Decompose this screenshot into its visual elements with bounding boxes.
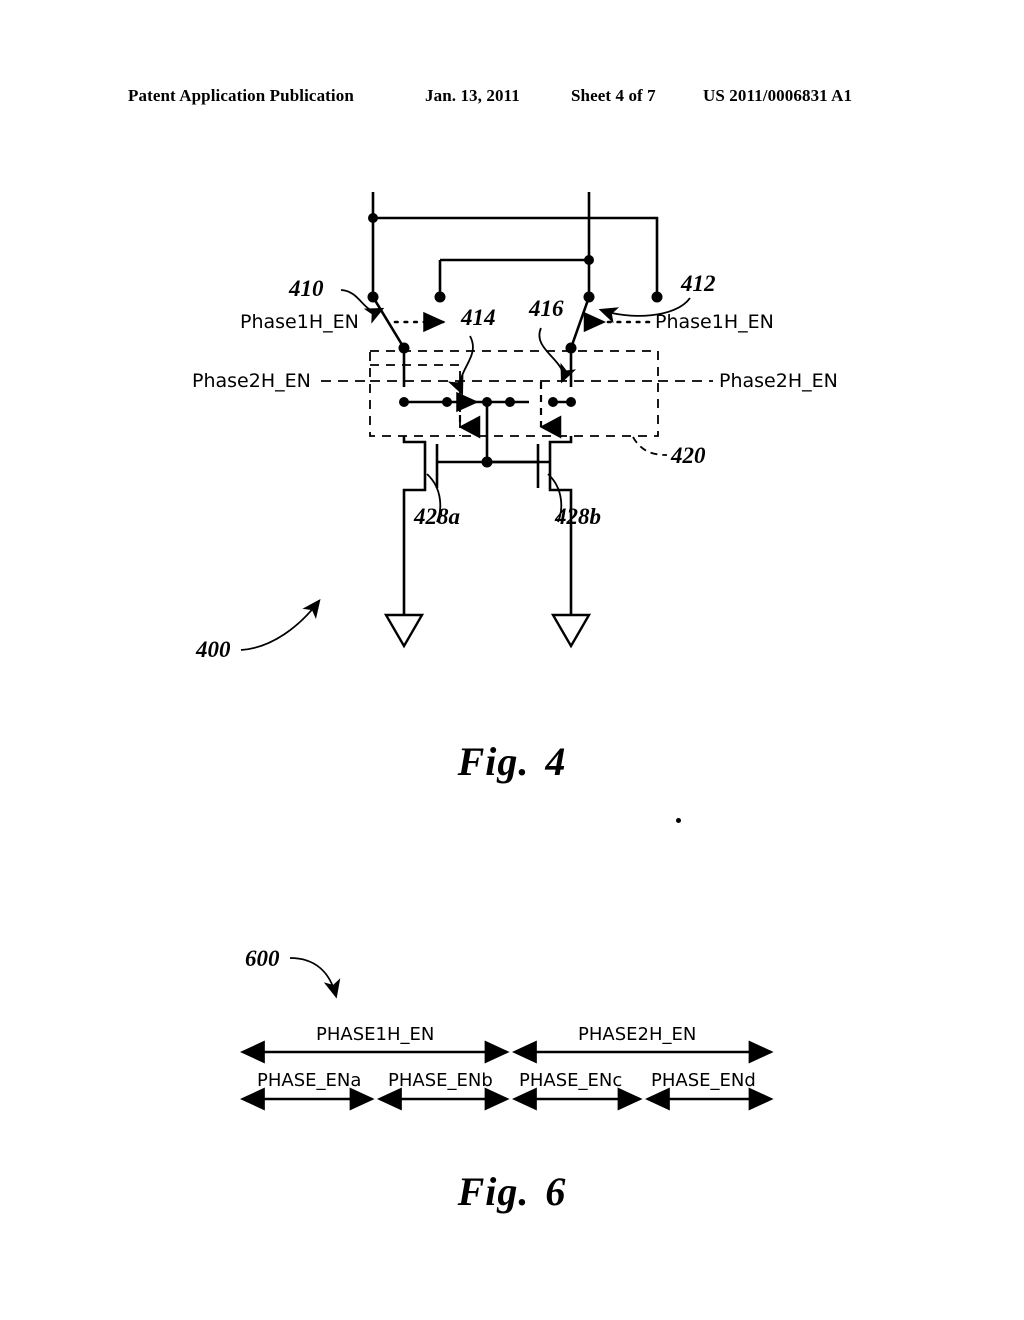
ref-420-leader bbox=[632, 436, 668, 456]
inner-node-b bbox=[442, 397, 452, 407]
fig6-lower-label-0: PHASE_ENa bbox=[257, 1070, 361, 1091]
phase2h-en-right-label: Phase2H_EN bbox=[719, 370, 838, 392]
dashed-region-420-box bbox=[369, 350, 659, 437]
ref-600-leader bbox=[289, 957, 341, 999]
figure-6-caption-word: Fig. bbox=[457, 1169, 530, 1214]
figure-4-caption-number: 4 bbox=[545, 739, 567, 784]
stray-ink-dot bbox=[676, 818, 681, 823]
transistor-428a-source-lead bbox=[402, 470, 427, 620]
figure-6-caption: Fig. 6 bbox=[0, 1168, 1024, 1215]
gate-bus-junction-dot bbox=[481, 456, 493, 468]
junction-dot-top-left bbox=[368, 213, 378, 223]
transistor-428a-drain-lead bbox=[402, 436, 427, 450]
fig6-upper-label-1: PHASE2H_EN bbox=[578, 1024, 696, 1045]
inner-node-f bbox=[566, 397, 576, 407]
ref-414-leader bbox=[447, 335, 474, 396]
figure-6-caption-number: 6 bbox=[545, 1169, 567, 1214]
rail-top-crossbar bbox=[373, 216, 659, 295]
phase1h-en-right-label: Phase1H_EN bbox=[655, 311, 774, 333]
junction-dot-right-rail bbox=[584, 255, 594, 265]
inner-node-d bbox=[505, 397, 515, 407]
phase1h-en-left-label: Phase1H_EN bbox=[240, 311, 359, 333]
terminal-dot-far-right bbox=[651, 291, 663, 303]
ref-412-text: 412 bbox=[680, 271, 716, 296]
header-publication-text: Patent Application Publication bbox=[128, 86, 354, 105]
ref-414-text: 414 bbox=[460, 305, 496, 330]
ref-416-leader bbox=[538, 327, 577, 384]
fig6-lower-label-3: PHASE_ENd bbox=[651, 1070, 756, 1091]
ref-428a-text: 428a bbox=[413, 504, 460, 529]
switch-412-blade bbox=[569, 296, 591, 349]
ground-symbol-left bbox=[383, 613, 425, 649]
ref-420-text: 420 bbox=[670, 443, 706, 468]
header-patent-number: US 2011/0006831 A1 bbox=[703, 86, 853, 105]
ref-400-text: 400 bbox=[195, 637, 231, 662]
figure-4-caption-word: Fig. bbox=[457, 739, 530, 784]
transistor-428b-source-lead bbox=[548, 470, 573, 620]
figure-6-drawing: 600 PHASE1H_EN PHASE2H_EN PHASE_ENa PHAS… bbox=[239, 946, 774, 1111]
inner-node-a bbox=[399, 397, 409, 407]
page-header: Patent Application Publication Jan. 13, … bbox=[0, 86, 1024, 112]
fig6-lower-label-1: PHASE_ENb bbox=[388, 1070, 493, 1091]
figure-4-drawing: Phase1H_EN Phase1H_EN 410 412 Phase2H_EN… bbox=[192, 192, 838, 662]
fig6-lower-label-2: PHASE_ENc bbox=[519, 1070, 622, 1091]
ref-600-text: 600 bbox=[245, 946, 280, 971]
transistor-428b-drain-lead bbox=[548, 436, 573, 450]
ground-symbol-right bbox=[550, 613, 592, 649]
terminal-dot-mid bbox=[434, 291, 446, 303]
ref-410-text: 410 bbox=[288, 276, 324, 301]
header-date-text: Jan. 13, 2011 bbox=[425, 86, 520, 105]
ref-416-text: 416 bbox=[528, 296, 564, 321]
fig6-upper-label-0: PHASE1H_EN bbox=[316, 1024, 434, 1045]
inner-node-e bbox=[548, 397, 558, 407]
phase2h-en-left-label: Phase2H_EN bbox=[192, 370, 311, 392]
ref-400-leader bbox=[240, 598, 321, 651]
ref-428b-text: 428b bbox=[554, 504, 601, 529]
figure-4-caption: Fig. 4 bbox=[0, 738, 1024, 785]
switch-410-blade bbox=[371, 296, 406, 349]
header-sheet-text: Sheet 4 of 7 bbox=[571, 86, 656, 105]
